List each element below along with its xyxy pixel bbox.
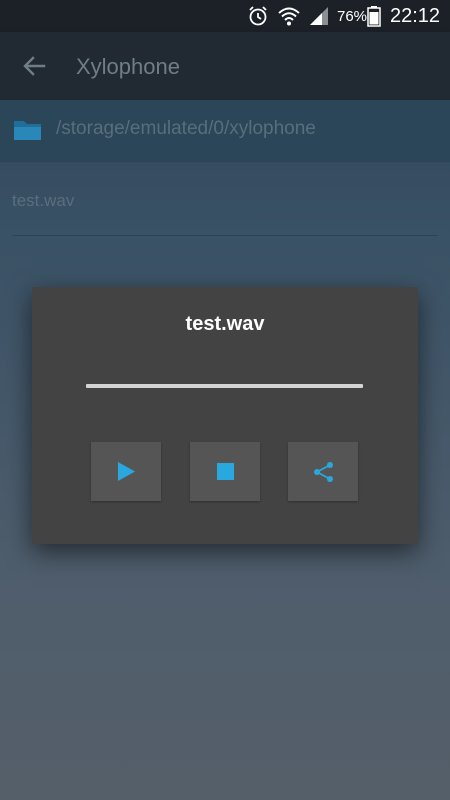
status-bar: 76% 22:12 [0, 0, 450, 32]
battery-icon [367, 6, 381, 27]
signal-icon [310, 7, 328, 25]
file-list-item[interactable]: test.wav [0, 163, 450, 235]
wifi-icon [278, 7, 300, 26]
file-name: test.wav [12, 191, 75, 210]
list-divider [12, 235, 438, 236]
share-icon [314, 462, 333, 482]
folder-icon [14, 121, 41, 140]
app-title: Xylophone [76, 54, 180, 79]
playback-progress-bar[interactable] [86, 384, 363, 388]
stop-button[interactable] [190, 442, 260, 501]
directory-path-row[interactable]: /storage/emulated/0/xylophone [0, 100, 450, 163]
dialog-title: test.wav [185, 313, 265, 335]
stop-icon [217, 463, 234, 480]
play-button[interactable] [91, 442, 161, 501]
play-icon [118, 462, 135, 481]
alarm-icon [249, 6, 267, 26]
back-button[interactable] [18, 50, 50, 82]
battery-percent: 76% [337, 8, 368, 25]
player-dialog: test.wav [32, 287, 418, 544]
clock: 22:12 [390, 5, 441, 27]
arrow-back-icon [23, 56, 46, 76]
app-bar: Xylophone [0, 32, 450, 100]
share-button[interactable] [288, 442, 358, 501]
directory-path: /storage/emulated/0/xylophone [56, 118, 316, 139]
